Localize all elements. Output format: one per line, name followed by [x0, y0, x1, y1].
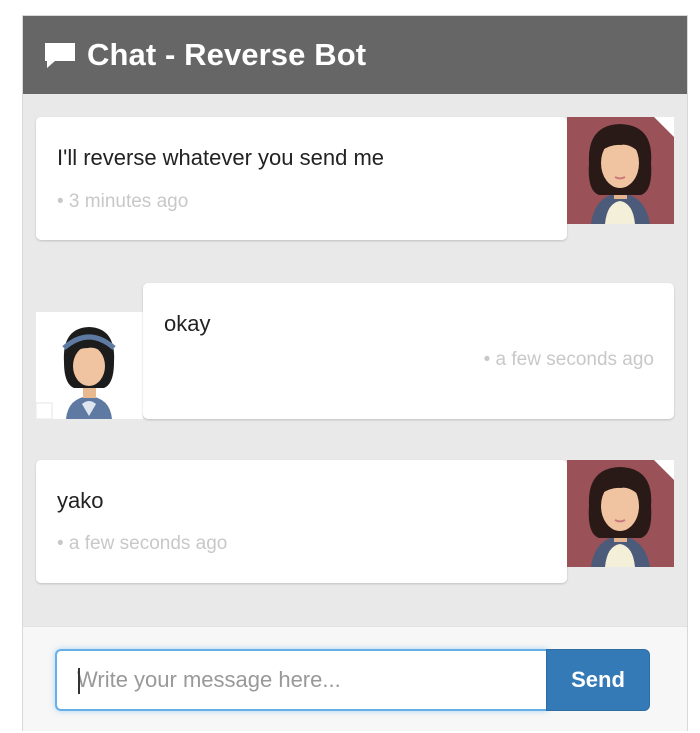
message-text: yako	[57, 488, 104, 513]
message-text: I'll reverse whatever you send me	[57, 145, 385, 170]
female-avatar-icon	[588, 460, 674, 567]
chat-widget: Chat - Reverse Bot I'll reverse whatever…	[22, 15, 688, 731]
bot-avatar	[567, 117, 674, 224]
message-bubble: I'll reverse whatever you send me • 3 mi…	[36, 117, 567, 240]
female-avatar-icon	[588, 117, 674, 224]
user-avatar-icon	[36, 327, 116, 419]
send-button[interactable]: Send	[546, 649, 650, 711]
text-caret	[78, 668, 80, 694]
bot-avatar	[567, 460, 674, 567]
message-timestamp: • a few seconds ago	[57, 533, 228, 554]
message-timestamp: • a few seconds ago	[483, 349, 654, 370]
chat-bubble-icon	[45, 43, 75, 68]
chat-title: Chat - Reverse Bot	[87, 37, 367, 72]
message-text: okay	[164, 311, 211, 336]
message-timestamp: • 3 minutes ago	[57, 191, 189, 212]
message-bubble: yako • a few seconds ago	[36, 460, 567, 583]
message-input[interactable]	[55, 649, 547, 711]
message-bubble: okay • a few seconds ago	[143, 283, 674, 419]
user-avatar	[36, 312, 143, 419]
chat-header: Chat - Reverse Bot	[23, 16, 687, 94]
message-composer: Send	[23, 626, 687, 731]
